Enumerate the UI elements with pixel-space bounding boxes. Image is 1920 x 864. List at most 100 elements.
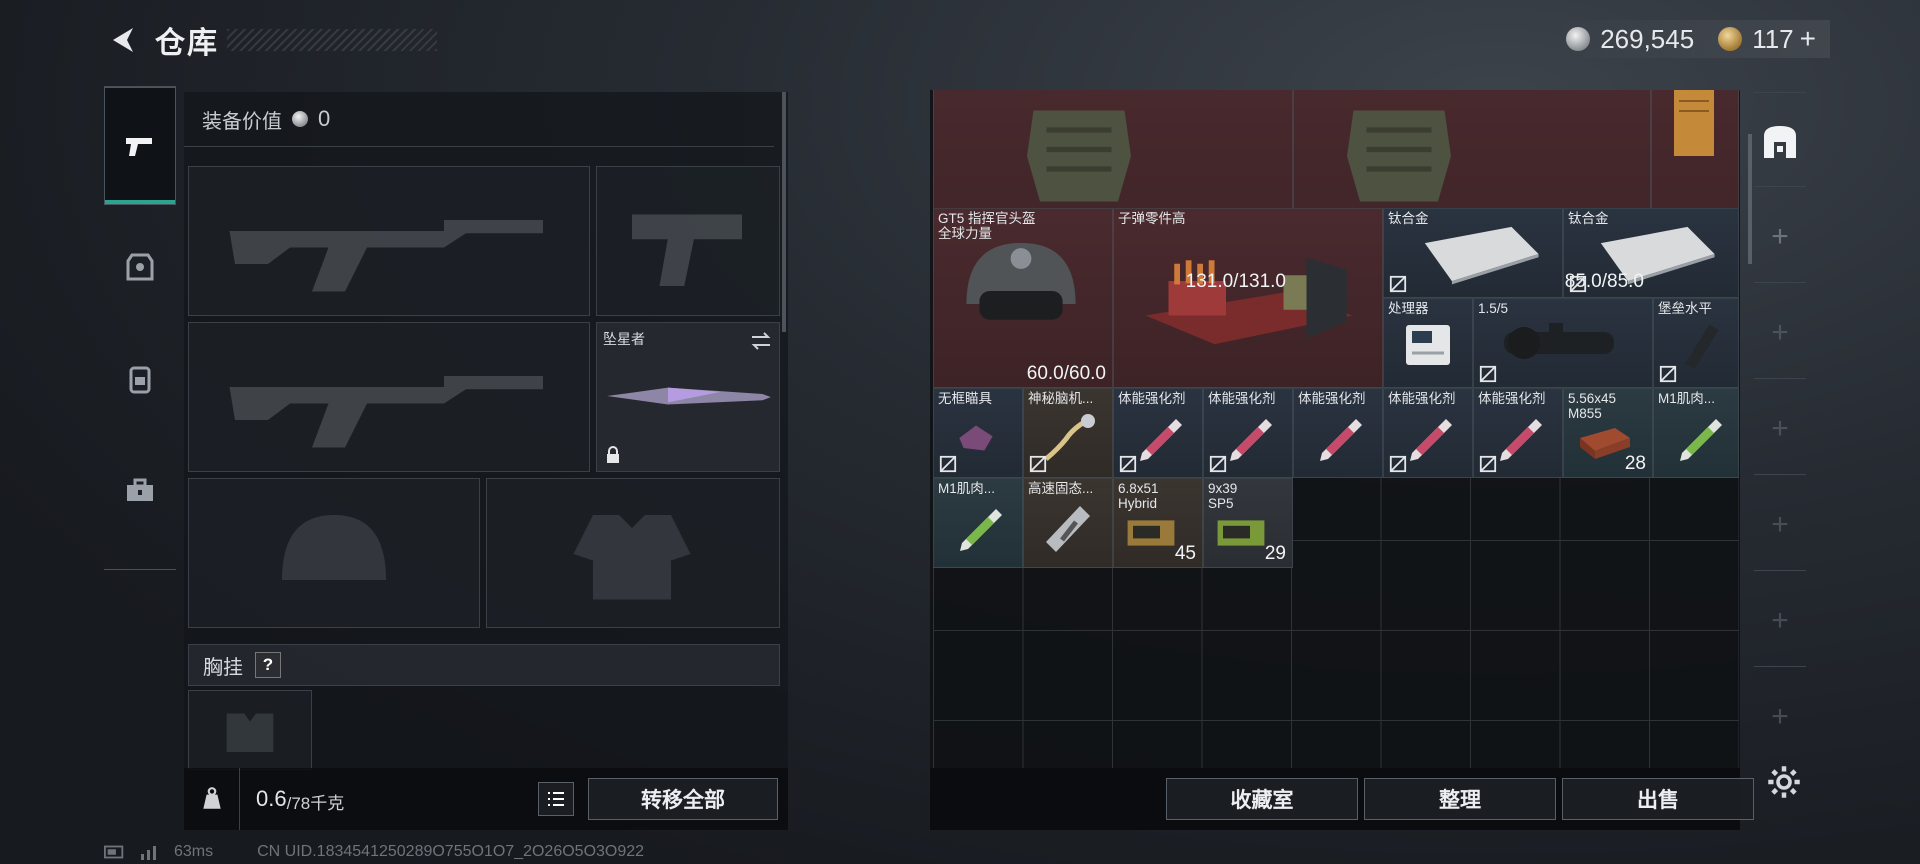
- battery-icon: [104, 845, 124, 859]
- add-container-button[interactable]: +: [1746, 700, 1814, 734]
- currency-bar: 269,545 117 +: [1552, 20, 1830, 58]
- add-container-button[interactable]: +: [1746, 316, 1814, 350]
- item-name: 体能强化剂: [1478, 391, 1546, 406]
- sell-button[interactable]: 出售: [1562, 778, 1754, 820]
- secondary-rifle-slot[interactable]: [188, 322, 590, 472]
- item-name: 体能强化剂: [1208, 391, 1276, 406]
- inventory-item[interactable]: 高速固态...: [1023, 478, 1113, 568]
- add-container-button[interactable]: +: [1746, 412, 1814, 446]
- inventory-item[interactable]: M1肌肉...: [1653, 388, 1739, 478]
- uid-text: CN UID.1834541250289O755O1O7_2O26O5O3O92…: [257, 843, 645, 860]
- add-container-button[interactable]: +: [1746, 604, 1814, 638]
- primary-weapon-slot[interactable]: [188, 166, 590, 316]
- melee-slot[interactable]: 坠星者: [596, 322, 780, 472]
- inventory-item[interactable]: 6.8x51 Hybrid 45: [1113, 478, 1203, 568]
- silver-coin-icon: [1566, 27, 1591, 51]
- inventory-item[interactable]: 神秘脑机...: [1023, 388, 1113, 478]
- inventory-item[interactable]: M1肌肉...: [933, 478, 1023, 568]
- back-arrow-icon[interactable]: [105, 22, 141, 58]
- helmet-slot[interactable]: [188, 478, 480, 628]
- inventory-item[interactable]: 堡垒水平: [1653, 298, 1739, 388]
- divider: [1754, 186, 1806, 187]
- vest-silhouette-icon: [573, 515, 691, 600]
- equipment-scrollbar[interactable]: [782, 92, 786, 332]
- inventory-item[interactable]: 体能强化剂: [1113, 388, 1203, 478]
- tab-weapons[interactable]: [104, 87, 176, 205]
- inventory-item[interactable]: 5.56x45 M855 28: [1563, 388, 1653, 478]
- inventory-item[interactable]: 体能强化剂: [1383, 388, 1473, 478]
- inventory-item[interactable]: 体能强化剂: [1473, 388, 1563, 478]
- equipment-value-label: 装备价值: [202, 110, 282, 133]
- settings-gear-icon[interactable]: [1766, 764, 1802, 800]
- container-tabs: + + + + + +: [1746, 90, 1814, 770]
- add-currency-button[interactable]: +: [1800, 23, 1816, 55]
- item-name: GT5 指挥官头盔 全球力量: [938, 211, 1036, 241]
- no-trade-icon: [1659, 365, 1677, 383]
- scope-icon: [1504, 323, 1614, 359]
- inventory-item[interactable]: 体能强化剂: [1293, 388, 1383, 478]
- divider: [1754, 282, 1806, 283]
- tab-armor[interactable]: [104, 217, 176, 317]
- syringe-icon: [1140, 419, 1182, 461]
- list-view-button[interactable]: [538, 782, 574, 816]
- item-name: 堡垒水平: [1658, 301, 1712, 316]
- ammo-parts-box-icon: [1145, 258, 1353, 345]
- divider: [1754, 474, 1806, 475]
- tab-toolbox[interactable]: [104, 441, 176, 541]
- item-name: 钛合金: [1568, 211, 1609, 226]
- gold-amount: 117: [1752, 23, 1794, 54]
- armor-icon: [126, 253, 154, 281]
- item-name: 体能强化剂: [1118, 391, 1186, 406]
- page-header: 仓库: [105, 18, 437, 62]
- item-durability: 60.0/60.0: [1026, 363, 1106, 384]
- status-bar: 63ms CN UID.1834541250289O755O1O7_2O26O5…: [104, 842, 644, 862]
- syringe-icon: [1320, 419, 1362, 461]
- helmet-icon: [966, 242, 1076, 320]
- inventory-item[interactable]: 9x39 SP5 29: [1203, 478, 1293, 568]
- item-name: M1肌肉...: [1658, 391, 1716, 406]
- inventory-item[interactable]: 子弹零件高: [1113, 208, 1383, 388]
- title-decoration: [227, 29, 437, 51]
- ammo-box-icon: [1217, 520, 1265, 546]
- inventory-items: 131.0/131.0 85.0/85.0 GT5 指挥官头盔 全球力量 60.…: [933, 90, 1739, 768]
- lock-icon: [607, 446, 619, 463]
- item-name: 体能强化剂: [1388, 391, 1456, 406]
- inventory-item[interactable]: 无框瞄具: [933, 388, 1023, 478]
- item-name: 5.56x45 M855: [1568, 391, 1617, 421]
- silver-coin-icon: [292, 111, 308, 127]
- gold-coin-icon: [1718, 27, 1743, 51]
- inventory-item[interactable]: GT5 指挥官头盔 全球力量 60.0/60.0: [933, 208, 1113, 388]
- no-trade-icon: [1479, 365, 1497, 383]
- item-name: 子弹零件高: [1118, 211, 1186, 226]
- item-name: 1.5/5: [1478, 301, 1509, 316]
- add-container-button[interactable]: +: [1746, 508, 1814, 542]
- swap-icon[interactable]: [749, 329, 773, 353]
- stash-icon[interactable]: [1760, 122, 1800, 162]
- helmet-silhouette-icon: [282, 515, 386, 580]
- help-button[interactable]: ?: [255, 652, 281, 678]
- inventory-item[interactable]: 钛合金: [1383, 208, 1563, 298]
- no-trade-icon: [1389, 455, 1407, 473]
- sort-button[interactable]: 整理: [1364, 778, 1556, 820]
- silver-amount: 269,545: [1600, 23, 1695, 54]
- armor-slot[interactable]: [486, 478, 780, 628]
- add-container-button[interactable]: +: [1746, 220, 1814, 254]
- inventory-item[interactable]: 处理器: [1383, 298, 1473, 388]
- inventory-item[interactable]: 1.5/5: [1473, 298, 1653, 388]
- green-syringe-icon: [1680, 419, 1722, 461]
- transfer-all-button[interactable]: 转移全部: [588, 778, 778, 820]
- inventory-item[interactable]: 体能强化剂: [1203, 388, 1293, 478]
- item-name: 6.8x51 Hybrid: [1118, 481, 1159, 511]
- list-icon: [548, 792, 564, 806]
- secondary-weapon-slot[interactable]: [596, 166, 780, 316]
- rifle-silhouette-icon: [229, 220, 543, 292]
- item-name: 处理器: [1388, 301, 1429, 316]
- tab-backpack[interactable]: [104, 329, 176, 429]
- syringe-icon: [1410, 419, 1452, 461]
- chest-rig-slot[interactable]: [188, 690, 312, 770]
- weight-max: /78千克: [286, 793, 345, 813]
- collection-room-button[interactable]: 收藏室: [1166, 778, 1358, 820]
- divider: [1754, 666, 1806, 667]
- divider: [184, 146, 774, 147]
- pistol-silhouette-icon: [632, 214, 742, 286]
